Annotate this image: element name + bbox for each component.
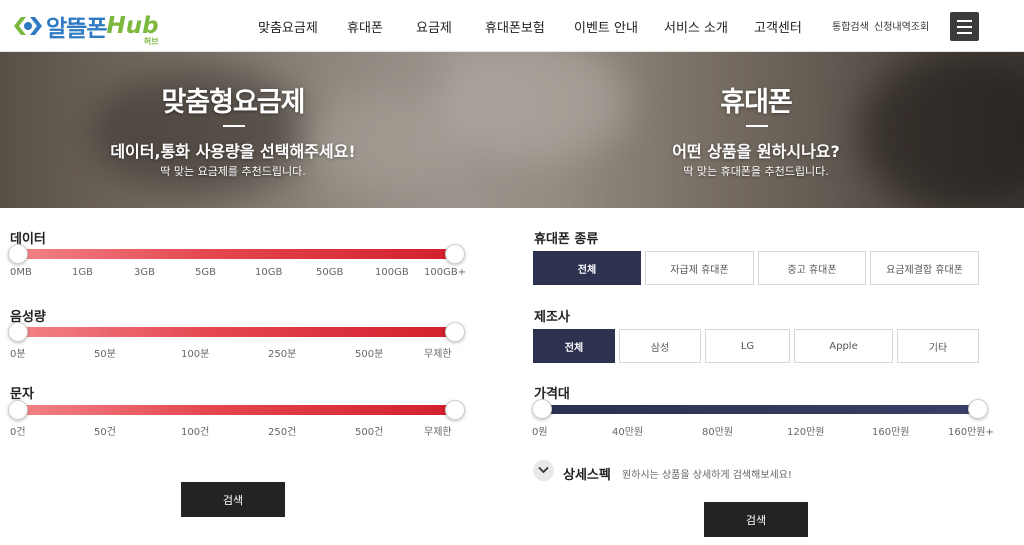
voice-tick: 250분 [268,349,297,360]
data-slider-max-handle[interactable] [445,244,465,264]
data-slider-min-handle[interactable] [8,244,28,264]
logo-hub-text: Hub 허브 [106,13,158,46]
detail-spec-label[interactable]: 상세스펙 [563,464,611,483]
voice-tick: 100분 [181,349,210,360]
maker-option-lg[interactable]: LG [705,329,790,363]
data-tick: 1GB [72,267,93,278]
phone-type-label: 휴대폰 종류 [534,232,599,247]
sms-tick: 100건 [181,427,210,438]
hero-overlay [0,52,1024,208]
util-total-search[interactable]: 통합검색 [832,18,869,33]
nav-phone[interactable]: 휴대폰 [347,17,383,36]
util-order-history[interactable]: 신청내역조회 [874,18,929,33]
hero-phone-subtitle: 어떤 상품을 원하시나요? [672,142,840,161]
sms-tick: 250건 [268,427,297,438]
price-slider-max-handle[interactable] [968,399,988,419]
data-tick: 100GB [375,267,409,278]
price-tick: 120만원 [787,427,825,438]
hero-phone-desc: 딱 맞는 휴대폰을 추천드립니다. [683,165,829,178]
plan-search-button[interactable]: 검색 [181,482,285,517]
logo-sub-text: 허브 [143,37,159,46]
hero-plan-title: 맞춤형요금제 [161,87,305,118]
data-tick: 50GB [316,267,344,278]
nav-customer-center[interactable]: 고객센터 [754,17,802,36]
price-tick: 0원 [532,427,548,438]
hero-banner: 맞춤형요금제 데이터,통화 사용량을 선택해주세요! 딱 맞는 요금제를 추천드… [0,52,1024,208]
data-slider-track[interactable] [14,249,458,259]
hero-divider [223,125,245,127]
hero-plan-subtitle: 데이터,통화 사용량을 선택해주세요! [110,142,356,161]
data-tick: 0MB [10,267,32,278]
hero-phone-title: 휴대폰 [720,87,793,118]
detail-spec-desc: 원하시는 상품을 상세하게 검색해보세요! [622,470,792,481]
maker-option-all[interactable]: 전체 [533,329,615,363]
voice-slider-max-handle[interactable] [445,322,465,342]
sms-tick: 50건 [94,427,116,438]
hamburger-icon [957,26,972,28]
sms-tick: 500건 [355,427,384,438]
site-logo[interactable]: 알뜰폰 Hub 허브 [12,10,159,46]
hero-plan-desc: 딱 맞는 요금제를 추천드립니다. [160,165,306,178]
phone-type-option-bundle[interactable]: 요금제결합 휴대폰 [870,251,979,285]
voice-slider-min-handle[interactable] [8,322,28,342]
hero-divider [746,125,768,127]
phone-type-option-all[interactable]: 전체 [533,251,641,285]
maker-option-other[interactable]: 기타 [897,329,979,363]
sms-slider-min-handle[interactable] [8,400,28,420]
price-tick: 40만원 [612,427,644,438]
site-header: 알뜰폰 Hub 허브 맞춤요금제 휴대폰 요금제 휴대폰보험 이벤트 안내 서비스… [0,0,1024,52]
voice-tick: 500분 [355,349,384,360]
phone-type-option-unlocked[interactable]: 자급제 휴대폰 [645,251,754,285]
hamburger-menu-button[interactable] [950,12,979,41]
data-tick: 100GB+ [424,267,467,278]
price-tick: 160만원+ [948,427,994,438]
detail-spec-toggle[interactable] [533,460,554,481]
hamburger-icon [957,32,972,34]
nav-plans[interactable]: 요금제 [416,17,452,36]
maker-option-samsung[interactable]: 삼성 [619,329,701,363]
voice-slider-track[interactable] [14,327,458,337]
sms-tick: 무제한 [424,427,452,438]
data-tick: 10GB [255,267,283,278]
logo-icon [12,11,44,41]
phone-type-option-used[interactable]: 중고 휴대폰 [758,251,866,285]
data-tick: 5GB [195,267,216,278]
sms-tick: 0건 [10,427,26,438]
maker-option-apple[interactable]: Apple [794,329,893,363]
price-slider-track[interactable] [540,405,980,414]
voice-tick: 50분 [94,349,116,360]
price-tick: 80만원 [702,427,734,438]
nav-phone-insurance[interactable]: 휴대폰보험 [485,17,545,36]
sms-slider-max-handle[interactable] [445,400,465,420]
nav-custom-plan[interactable]: 맞춤요금제 [258,17,318,36]
hamburger-icon [957,20,972,22]
logo-main-text: 알뜰폰 [46,16,107,42]
nav-events[interactable]: 이벤트 안내 [574,17,638,36]
sms-label: 문자 [10,387,34,402]
chevron-down-icon [538,466,549,474]
price-slider-min-handle[interactable] [532,399,552,419]
phone-search-button[interactable]: 검색 [704,502,808,537]
price-tick: 160만원 [872,427,910,438]
voice-tick: 무제한 [424,349,452,360]
voice-tick: 0분 [10,349,26,360]
nav-service-intro[interactable]: 서비스 소개 [664,17,728,36]
data-tick: 3GB [134,267,155,278]
maker-label: 제조사 [534,310,570,325]
sms-slider-track[interactable] [14,405,458,415]
